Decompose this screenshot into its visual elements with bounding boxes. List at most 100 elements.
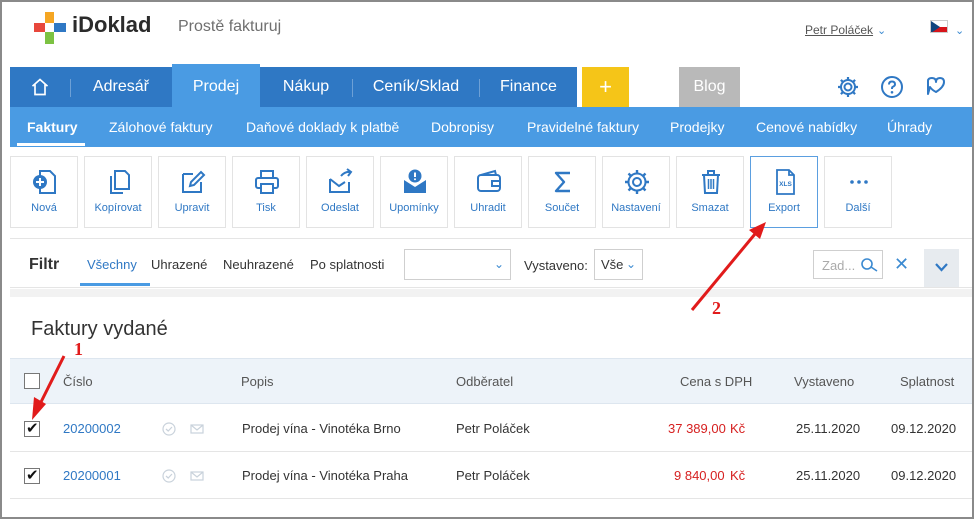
chevron-down-icon[interactable]: ⌄ (877, 24, 886, 37)
column-header-popis[interactable]: Popis (241, 374, 274, 389)
quick-add-button[interactable]: + (582, 67, 629, 107)
czech-flag-icon[interactable] (930, 20, 948, 33)
sigma-icon (554, 171, 570, 193)
filter-unpaid[interactable]: Neuhrazené (223, 257, 294, 272)
paid-status-icon (162, 469, 176, 483)
email-status-icon (190, 471, 204, 481)
xls-export-icon: XLS (776, 169, 795, 195)
more-label: Další (845, 202, 871, 214)
nav-cenik-sklad[interactable]: Ceník/Sklad (353, 67, 479, 107)
column-header-cena[interactable]: Cena s DPH (680, 374, 752, 389)
subnav-dobropisy[interactable]: Dobropisy (431, 107, 494, 147)
send-icon (329, 168, 353, 193)
more-button[interactable]: Další (824, 156, 892, 228)
page-title: Faktury vydané (31, 318, 168, 340)
app-window: iDoklad Prostě fakturuj Petr Poláček ⌄ ⌄… (0, 0, 974, 519)
chevron-down-icon: ⌄ (625, 257, 636, 271)
send-button[interactable]: Odeslat (306, 156, 374, 228)
tagline: Prostě fakturuj (178, 18, 282, 35)
filter-all[interactable]: Všechny (87, 257, 137, 272)
send-label: Odeslat (321, 202, 359, 214)
search-placeholder: Zad... (822, 258, 856, 273)
gear-icon[interactable] (836, 75, 860, 99)
subnav-zalohove-faktury[interactable]: Zálohové faktury (109, 107, 213, 147)
vystaveno-select-value: Vše (601, 257, 624, 272)
period-select[interactable]: ⌄ (404, 249, 511, 280)
invoice-description: Prodej vína - Vinotéka Praha (242, 468, 408, 483)
paid-status-icon (162, 422, 176, 436)
table-row[interactable]: 20200001 Prodej vína - Vinotéka Praha Pe… (10, 452, 972, 499)
delete-label: Smazat (691, 202, 729, 214)
chevron-down-icon[interactable]: ⌄ (955, 24, 964, 37)
user-menu[interactable]: Petr Poláček (805, 23, 873, 37)
filter-bar: Filtr Všechny Uhrazené Neuhrazené Po spl… (10, 240, 972, 288)
copy-icon (110, 170, 130, 194)
invoice-issued-date: 25.11.2020 (796, 421, 861, 436)
invoice-description: Prodej vína - Vinotéka Brno (242, 421, 401, 436)
table-header: Číslo Popis Odběratel Cena s DPH Vystave… (10, 358, 972, 404)
copy-button[interactable]: Kopírovat (84, 156, 152, 228)
email-status-icon (190, 424, 204, 434)
wallet-icon (477, 169, 501, 192)
column-header-splatnost[interactable]: Splatnost (900, 374, 954, 389)
new-label: Nová (31, 202, 57, 214)
invoice-number-link[interactable]: 20200001 (63, 468, 121, 483)
subnav-cenove-nabidky[interactable]: Cenové nabídky (756, 107, 857, 147)
expand-filter-button[interactable] (924, 249, 959, 287)
vystaveno-select[interactable]: Vše ⌄ (594, 249, 643, 280)
reminders-button[interactable]: Upomínky (380, 156, 448, 228)
clear-filter-close-icon[interactable]: ✕ (894, 254, 909, 275)
subnav-uhrady[interactable]: Úhrady (887, 107, 932, 147)
invoice-number-link[interactable]: 20200002 (63, 421, 121, 436)
annotation-number-1: 1 (74, 339, 83, 359)
blog-button[interactable]: Blog (679, 67, 740, 107)
subnav-faktury[interactable]: Faktury (27, 107, 78, 147)
filter-title: Filtr (29, 256, 60, 273)
home-icon (31, 78, 49, 96)
brand-name[interactable]: iDoklad (72, 12, 151, 38)
pay-label: Uhradit (470, 202, 506, 214)
home-button[interactable] (10, 67, 70, 107)
select-all-checkbox[interactable] (24, 373, 40, 389)
chevron-down-icon: ⌄ (493, 257, 504, 271)
nav-prodej[interactable]: Prodej (172, 64, 260, 107)
print-label: Tisk (256, 202, 276, 214)
vystaveno-label: Vystaveno: (524, 258, 588, 273)
invoice-price: 37 389,00 (668, 421, 726, 436)
settings-button[interactable]: Nastavení (602, 156, 670, 228)
column-header-odberatel[interactable]: Odběratel (456, 374, 513, 389)
subnav-prodejky[interactable]: Prodejky (670, 107, 724, 147)
trash-icon (702, 170, 720, 194)
feedback-icon[interactable] (924, 75, 948, 99)
table-row[interactable]: 20200002 Prodej vína - Vinotéka Brno Pet… (10, 405, 972, 452)
edit-button[interactable]: Upravit (158, 156, 226, 228)
pay-button[interactable]: Uhradit (454, 156, 522, 228)
idoklad-logo-icon[interactable] (33, 11, 67, 45)
sum-label: Součet (544, 202, 580, 214)
export-button[interactable]: XLS Export (750, 156, 818, 228)
nav-finance[interactable]: Finance (480, 67, 577, 107)
sum-button[interactable]: Součet (528, 156, 596, 228)
row-checkbox[interactable] (24, 466, 40, 484)
search-input[interactable]: Zad... (813, 250, 883, 279)
subnav-pravidelne-faktury[interactable]: Pravidelné faktury (527, 107, 639, 147)
column-header-vystaveno[interactable]: Vystaveno (794, 374, 854, 389)
annotation-number-2: 2 (712, 298, 721, 318)
subnav-danove-doklady[interactable]: Daňové doklady k platbě (246, 107, 399, 147)
row-checkbox[interactable] (24, 419, 40, 437)
new-button[interactable]: Nová (10, 156, 78, 228)
filter-overdue[interactable]: Po splatnosti (310, 257, 384, 272)
action-toolbar: Nová Kopírovat Upravit Tisk Odeslat Upom… (10, 147, 972, 239)
filter-paid[interactable]: Uhrazené (151, 257, 207, 272)
invoice-due-date: 09.12.2020 (891, 468, 957, 483)
help-icon[interactable] (880, 75, 904, 99)
nav-nakup[interactable]: Nákup (260, 67, 352, 107)
main-nav: Adresář Prodej Nákup Ceník/Sklad Finance… (10, 64, 972, 107)
edit-label: Upravit (174, 202, 210, 214)
print-button[interactable]: Tisk (232, 156, 300, 228)
search-icon[interactable] (860, 257, 878, 273)
column-header-cislo[interactable]: Číslo (63, 374, 93, 389)
nav-adresar[interactable]: Adresář (71, 67, 171, 107)
delete-button[interactable]: Smazat (676, 156, 744, 228)
invoice-customer: Petr Poláček (456, 421, 530, 436)
